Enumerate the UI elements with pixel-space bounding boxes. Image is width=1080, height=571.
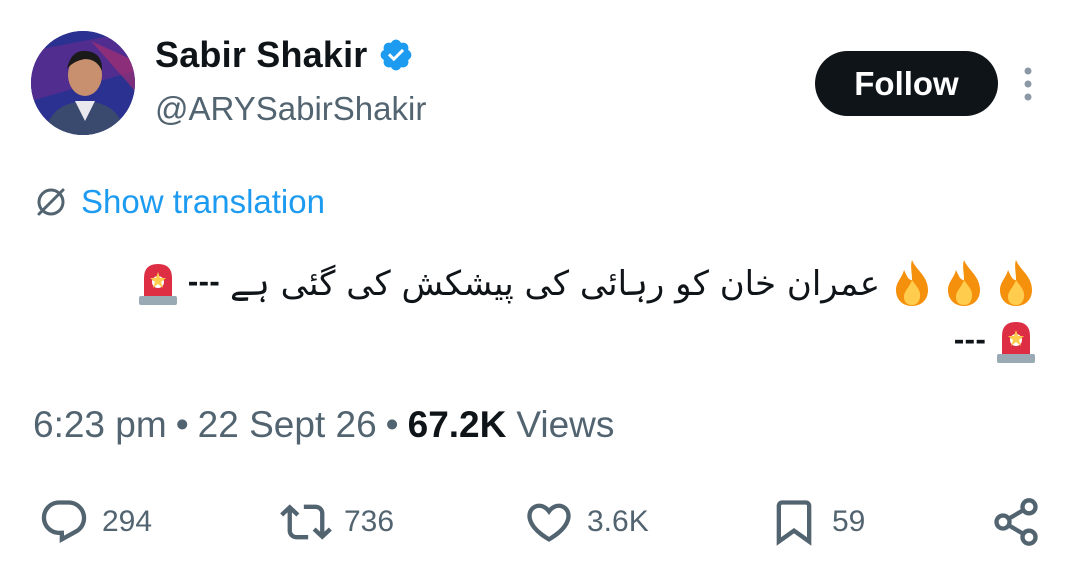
reply-button[interactable]: 294	[38, 496, 152, 548]
tweet-text-line-1: عمران خان کو رہائی کی پیشکش کی گئی ہے --…	[132, 258, 1042, 308]
tweet-dashes: ---	[187, 268, 220, 298]
separator-dot: •	[175, 404, 189, 445]
heart-icon	[527, 503, 571, 542]
follow-button[interactable]: Follow	[815, 51, 998, 116]
display-name[interactable]: Sabir Shakir	[155, 34, 368, 76]
verified-badge-icon	[380, 39, 411, 71]
bookmark-button[interactable]: 59	[768, 496, 865, 548]
action-bar: 294 736 3.6K 59	[0, 496, 1080, 556]
views-label: Views	[516, 404, 615, 445]
author-handle[interactable]: @ARYSabirShakir	[155, 90, 426, 128]
avatar[interactable]	[31, 31, 135, 135]
repost-icon	[280, 504, 332, 540]
more-options-icon[interactable]	[1017, 66, 1039, 102]
like-count: 3.6K	[587, 505, 649, 538]
show-translation-link[interactable]: Show translation	[33, 183, 325, 221]
repost-button[interactable]: 736	[280, 496, 394, 548]
bookmark-count: 59	[832, 505, 866, 538]
tweet-dashes: ---	[953, 326, 986, 356]
tweet-text: عمران خان کو رہائی کی پیشکش کی گئی ہے	[229, 263, 880, 304]
share-button[interactable]	[990, 496, 1042, 548]
profile-photo	[31, 31, 135, 135]
tweet-meta: 6:23 pm • 22 Sept 26 • 67.2K Views	[33, 404, 614, 446]
tweet-time[interactable]: 6:23 pm	[33, 404, 167, 446]
repost-count: 736	[344, 505, 395, 538]
views-count: 67.2K	[407, 404, 507, 445]
fire-emoji	[948, 260, 980, 306]
translate-globe-icon	[37, 188, 65, 216]
like-button[interactable]: 3.6K	[523, 496, 649, 548]
police-light-emoji	[138, 264, 177, 305]
police-light-emoji	[997, 322, 1035, 363]
fire-emoji	[896, 260, 928, 306]
bookmark-icon	[776, 500, 812, 546]
separator-dot: •	[385, 404, 399, 445]
share-icon	[994, 498, 1038, 546]
fire-emoji	[1000, 260, 1032, 306]
tweet-date[interactable]: 22 Sept 26	[198, 404, 377, 446]
tweet-text-line-2: ---	[950, 316, 1042, 366]
show-translation-label: Show translation	[81, 183, 325, 220]
reply-count: 294	[102, 505, 153, 538]
author-name-row: Sabir Shakir	[155, 34, 414, 76]
reply-icon	[41, 500, 87, 544]
